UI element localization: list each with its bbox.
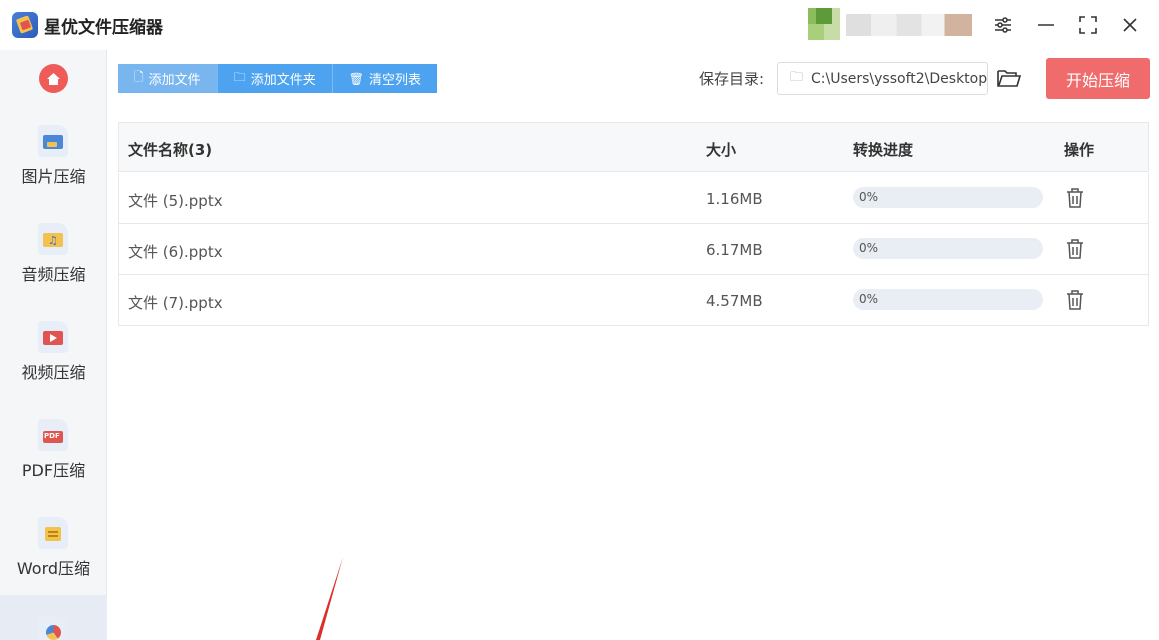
save-path-field[interactable]: 🗀 C:\Users\yssoft2\Desktop [777, 62, 988, 95]
sidebar-item-ppt-compress[interactable] [0, 595, 107, 640]
file-size: 4.57MB [706, 292, 763, 310]
music-icon: ♫ [38, 223, 68, 255]
pdf-icon: PDF [38, 419, 68, 451]
progress-text: 0% [859, 190, 879, 204]
clear-list-button[interactable]: 🗑 清空列表 [332, 64, 437, 93]
save-directory-label: 保存目录: [699, 70, 765, 88]
file-table: 文件名称(3) 大小 转换进度 操作 文件 (5).pptx 1.16MB 0% 文件… [118, 122, 1149, 640]
table-row[interactable]: 文件 (6).pptx 6.17MB 0% [118, 224, 1149, 275]
video-icon [38, 321, 68, 353]
sidebar-item-pdf-compress[interactable]: PDF PDF压缩 [0, 419, 107, 507]
sidebar-item-image-compress[interactable]: 图片压缩 [0, 125, 107, 213]
sidebar-item-label: Word压缩 [16, 559, 91, 578]
progress-text: 0% [859, 292, 879, 306]
sidebar-item-label: 视频压缩 [21, 363, 86, 382]
browse-folder-icon[interactable] [996, 66, 1022, 90]
ppt-icon [38, 617, 68, 640]
sidebar-item-label: 音频压缩 [21, 265, 86, 284]
fullscreen-icon[interactable] [1075, 12, 1101, 38]
sidebar-item-word-compress[interactable]: Word压缩 [0, 517, 107, 605]
settings-icon[interactable] [990, 12, 1016, 38]
progress-bar: 0% [853, 289, 1043, 310]
sidebar: 图片压缩 ♫ 音频压缩 视频压缩 PDF PDF压缩 Word压缩 [0, 50, 107, 640]
file-size: 6.17MB [706, 241, 763, 259]
image-icon [38, 125, 68, 157]
progress-bar: 0% [853, 238, 1043, 259]
app-title: 星优文件压缩器 [44, 18, 163, 38]
sidebar-item-label: PDF压缩 [21, 461, 86, 480]
sidebar-item-audio-compress[interactable]: ♫ 音频压缩 [0, 223, 107, 311]
delete-icon[interactable] [1064, 187, 1086, 209]
progress-bar: 0% [853, 187, 1043, 208]
table-row[interactable]: 文件 (5).pptx 1.16MB 0% [118, 173, 1149, 224]
username-blurred[interactable] [846, 14, 972, 36]
file-size: 1.16MB [706, 190, 763, 208]
header-file-name[interactable]: 文件名称(3) [128, 139, 212, 160]
table-row[interactable]: 文件 (7).pptx 4.57MB 0% [118, 275, 1149, 326]
avatar[interactable] [808, 8, 840, 40]
header-action: 操作 [1064, 141, 1095, 159]
home-icon[interactable] [39, 64, 68, 93]
add-file-button[interactable]: 🗋 添加文件 [118, 64, 218, 93]
file-name: 文件 (6).pptx [128, 243, 223, 261]
header-progress: 转换进度 [853, 141, 914, 159]
folder-icon: 🗀 [790, 69, 804, 85]
delete-icon[interactable] [1064, 289, 1086, 311]
word-icon [38, 517, 68, 549]
file-icon: 🗋 [134, 70, 144, 84]
progress-text: 0% [859, 241, 879, 255]
table-header: 文件名称(3) 大小 转换进度 操作 [118, 123, 1149, 172]
header-size[interactable]: 大小 [706, 139, 736, 160]
file-name: 文件 (5).pptx [128, 192, 223, 210]
close-icon[interactable] [1117, 12, 1143, 38]
sidebar-item-label: 图片压缩 [21, 167, 86, 186]
folder-icon: 🗀 [233, 70, 246, 84]
app-logo-icon [12, 12, 38, 38]
sidebar-item-video-compress[interactable]: 视频压缩 [0, 321, 107, 409]
minimize-icon[interactable] [1033, 12, 1059, 38]
file-name: 文件 (7).pptx [128, 294, 223, 312]
start-compress-button[interactable]: 开始压缩 [1046, 58, 1150, 99]
trash-icon: 🗑 [348, 71, 364, 86]
delete-icon[interactable] [1064, 238, 1086, 260]
add-folder-button[interactable]: 🗀 添加文件夹 [217, 64, 333, 93]
title-bar: 星优文件压缩器 [0, 0, 1159, 50]
toolbar: 🗋 添加文件 🗀 添加文件夹 🗑 清空列表 [118, 64, 437, 93]
